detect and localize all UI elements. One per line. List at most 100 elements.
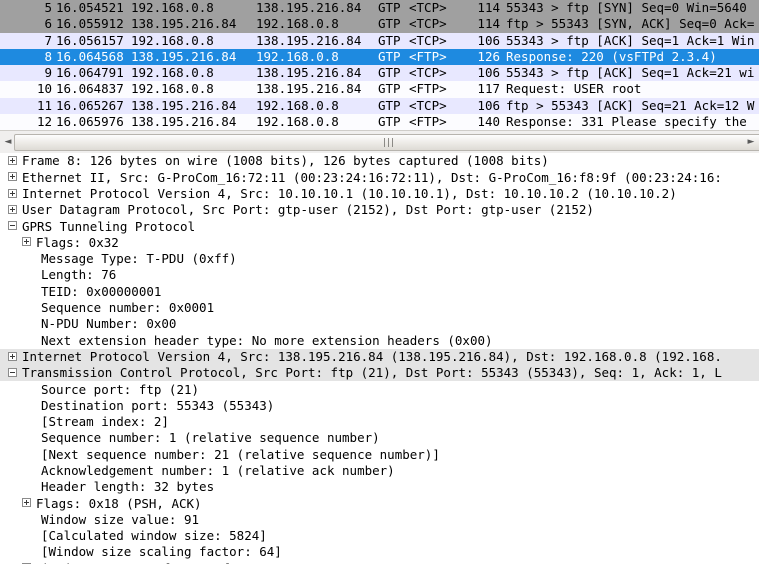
detail-tree-row[interactable]: Length: 76: [0, 267, 759, 283]
detail-tree-row[interactable]: Flags: 0x32: [0, 234, 759, 250]
detail-tree-row-label: Acknowledgement number: 1 (relative ack …: [41, 462, 395, 478]
packet-cell-len: 114: [477, 0, 500, 15]
detail-tree-row[interactable]: Checksum: 0x5c2e [correct]: [0, 560, 759, 564]
detail-tree-row-label: [Calculated window size: 5824]: [41, 528, 267, 544]
packet-cell-proto: GTP: [378, 32, 401, 48]
detail-tree-row[interactable]: Frame 8: 126 bytes on wire (1008 bits), …: [0, 153, 759, 169]
scroll-left-arrow-icon[interactable]: ◄: [1, 134, 15, 150]
detail-tree-row[interactable]: Destination port: 55343 (55343): [0, 397, 759, 413]
detail-tree-row-label: User Datagram Protocol, Src Port: gtp-us…: [22, 202, 594, 218]
scroll-right-arrow-icon[interactable]: ►: [744, 134, 758, 150]
packet-cell-time: 16.065976: [56, 113, 124, 129]
detail-tree-row[interactable]: [Next sequence number: 21 (relative sequ…: [0, 446, 759, 462]
tree-expand-icon[interactable]: [8, 188, 17, 198]
tree-expand-icon[interactable]: [8, 351, 17, 361]
packet-cell-len: 117: [477, 81, 500, 97]
detail-tree-row-label: Flags: 0x18 (PSH, ACK): [36, 495, 202, 511]
packet-row-selected[interactable]: 8 16.064568 138.195.216.84 192.168.0.8 GTP <F…: [0, 48, 759, 65]
detail-tree-row[interactable]: [Calculated window size: 5824]: [0, 528, 759, 544]
detail-tree-row[interactable]: Internet Protocol Version 4, Src: 10.10.…: [0, 186, 759, 202]
tree-expand-icon[interactable]: [8, 172, 17, 182]
packet-cell-dst: 138.195.216.84: [256, 81, 362, 97]
packet-row[interactable]: 9 16.064791 192.168.0.8 138.195.216.84 GTP <T…: [0, 65, 759, 82]
packet-cell-len: 140: [477, 113, 500, 129]
detail-tree-row[interactable]: Ethernet II, Src: G-ProCom_16:72:11 (00:…: [0, 169, 759, 185]
packet-cell-sub: <TCP>: [409, 65, 447, 80]
scrollbar-grip-icon: |||: [382, 137, 396, 148]
detail-tree-row[interactable]: Header length: 32 bytes: [0, 479, 759, 495]
packet-cell-time: 16.065267: [56, 97, 124, 113]
packet-cell-sub: <FTP>: [409, 81, 447, 97]
packet-cell-time: 16.064568: [56, 48, 124, 64]
packet-row[interactable]: 7 16.056157 192.168.0.8 138.195.216.84 GTP <T…: [0, 32, 759, 49]
packet-cell-src: 192.168.0.8: [131, 0, 214, 15]
detail-tree-row[interactable]: Message Type: T-PDU (0xff): [0, 251, 759, 267]
tree-collapse-icon[interactable]: [8, 367, 17, 377]
detail-tree-row[interactable]: [Window size scaling factor: 64]: [0, 544, 759, 560]
packet-row[interactable]: 5 16.054521 192.168.0.8 138.195.216.84 GTP <T…: [0, 0, 759, 17]
detail-tree-row-label: Destination port: 55343 (55343): [41, 397, 275, 413]
packet-cell-no: 11: [36, 97, 52, 113]
packet-list-pane[interactable]: 5 16.054521 192.168.0.8 138.195.216.84 GTP <T…: [0, 0, 759, 130]
detail-tree-row[interactable]: Transmission Control Protocol, Src Port:…: [0, 364, 759, 382]
detail-tree-row-label: Message Type: T-PDU (0xff): [41, 251, 237, 267]
detail-tree-row[interactable]: Window size value: 91: [0, 512, 759, 528]
packet-cell-no: 8: [44, 48, 52, 64]
tree-expand-icon[interactable]: [22, 237, 31, 247]
detail-tree-row[interactable]: Sequence number: 0x0001: [0, 300, 759, 316]
packet-cell-dst: 192.168.0.8: [256, 97, 339, 113]
packet-cell-info: ftp > 55343 [ACK] Seq=21 Ack=12 W: [506, 97, 755, 113]
packet-cell-dst: 192.168.0.8: [256, 48, 339, 64]
packet-cell-src: 192.168.0.8: [131, 65, 214, 80]
packet-cell-no: 10: [36, 81, 52, 97]
packet-row[interactable]: 11 16.065267 138.195.216.84 192.168.0.8 GTP <…: [0, 97, 759, 114]
packet-cell-sub: <TCP>: [409, 0, 447, 15]
detail-tree-row-label: [Stream index: 2]: [41, 414, 169, 430]
detail-tree-row[interactable]: GPRS Tunneling Protocol: [0, 218, 759, 234]
detail-tree-row-label: Header length: 32 bytes: [41, 479, 215, 495]
packet-cell-len: 126: [477, 48, 500, 64]
packet-cell-info: Response: 331 Please specify the: [506, 113, 747, 129]
packet-cell-time: 16.064837: [56, 81, 124, 97]
packet-cell-info: Request: USER root: [506, 81, 642, 97]
detail-tree-row-label: Transmission Control Protocol, Src Port:…: [22, 365, 722, 381]
detail-tree-row-label: Ethernet II, Src: G-ProCom_16:72:11 (00:…: [22, 169, 722, 185]
detail-tree-row-label: Internet Protocol Version 4, Src: 10.10.…: [22, 185, 677, 201]
packet-cell-len: 106: [477, 32, 500, 48]
packet-cell-src: 138.195.216.84: [131, 48, 237, 64]
detail-tree-row[interactable]: N-PDU Number: 0x00: [0, 316, 759, 332]
detail-tree-row[interactable]: TEID: 0x00000001: [0, 283, 759, 299]
detail-tree-row[interactable]: Flags: 0x18 (PSH, ACK): [0, 495, 759, 511]
tree-expand-icon[interactable]: [8, 156, 17, 165]
packet-cell-dst: 192.168.0.8: [256, 16, 339, 32]
packet-cell-proto: GTP: [378, 0, 401, 15]
tree-expand-icon[interactable]: [22, 498, 31, 508]
packet-detail-tree-pane[interactable]: Frame 8: 126 bytes on wire (1008 bits), …: [0, 153, 759, 564]
tree-collapse-icon[interactable]: [8, 221, 17, 231]
detail-tree-row[interactable]: [Stream index: 2]: [0, 414, 759, 430]
packet-cell-len: 106: [477, 65, 500, 80]
detail-tree-row[interactable]: User Datagram Protocol, Src Port: gtp-us…: [0, 202, 759, 218]
packet-cell-no: 9: [44, 65, 52, 80]
packet-cell-info: 55343 > ftp [ACK] Seq=1 Ack=21 wi: [506, 65, 755, 80]
detail-tree-row[interactable]: Acknowledgement number: 1 (relative ack …: [0, 463, 759, 479]
detail-tree-row-label: Internet Protocol Version 4, Src: 138.19…: [22, 348, 722, 364]
detail-tree-row-label: Length: 76: [41, 267, 117, 283]
detail-tree-row[interactable]: Sequence number: 1 (relative sequence nu…: [0, 430, 759, 446]
packet-row[interactable]: 12 16.065976 138.195.216.84 192.168.0.8 GTP <…: [0, 113, 759, 130]
detail-tree-row[interactable]: Source port: ftp (21): [0, 381, 759, 397]
detail-tree-row-label: GPRS Tunneling Protocol: [22, 218, 196, 234]
tree-expand-icon[interactable]: [8, 204, 17, 214]
packet-cell-proto: GTP: [378, 65, 401, 80]
packet-cell-sub: <TCP>: [409, 32, 447, 48]
packet-row[interactable]: 6 16.055912 138.195.216.84 192.168.0.8 GTP <T…: [0, 16, 759, 33]
detail-tree-row[interactable]: Next extension header type: No more exte…: [0, 332, 759, 348]
packet-cell-src: 192.168.0.8: [131, 32, 214, 48]
packet-cell-sub: <TCP>: [409, 16, 447, 32]
packet-list-horizontal-scrollbar[interactable]: ◄ ||| ►: [0, 130, 759, 153]
packet-row[interactable]: 10 16.064837 192.168.0.8 138.195.216.84 GTP <…: [0, 81, 759, 98]
scrollbar-thumb[interactable]: |||: [14, 134, 759, 151]
packet-cell-len: 114: [477, 16, 500, 32]
detail-tree-row[interactable]: Internet Protocol Version 4, Src: 138.19…: [0, 348, 759, 365]
packet-cell-proto: GTP: [378, 16, 401, 32]
